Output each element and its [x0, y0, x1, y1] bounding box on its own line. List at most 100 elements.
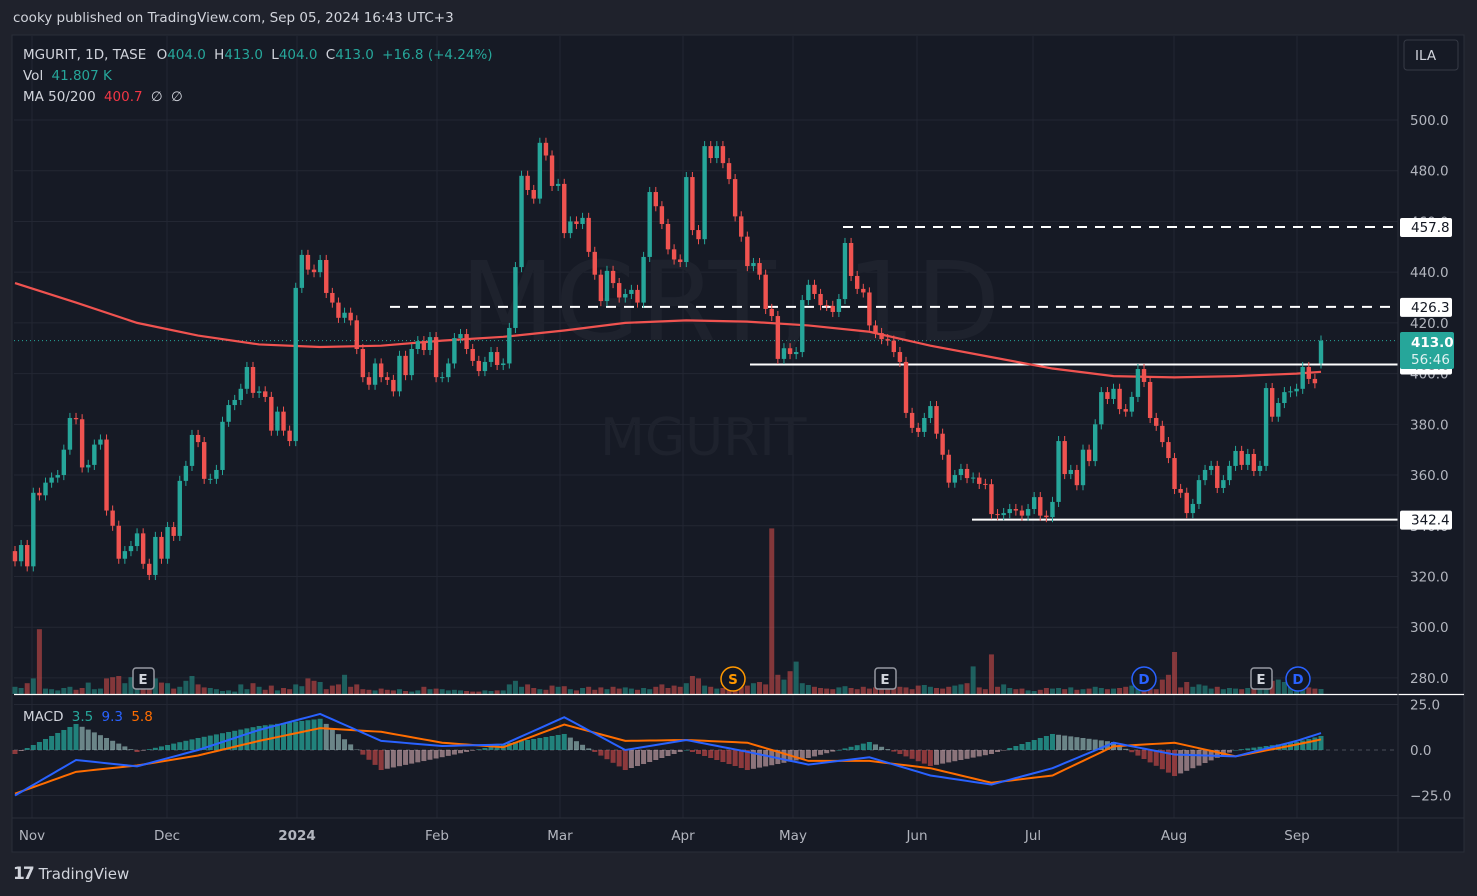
- macd-histogram-bar: [427, 750, 433, 760]
- candle-body: [1129, 396, 1135, 412]
- volume-bar: [1117, 688, 1123, 694]
- chart-canvas[interactable]: MGRT, 1D MGURIT ESEDED 500.0480.0460.044…: [0, 0, 1477, 896]
- candle-body: [1117, 388, 1122, 410]
- volume-bar: [897, 686, 903, 694]
- candle-body: [177, 480, 182, 536]
- candle-body: [1080, 449, 1086, 486]
- macd-histogram-bar: [372, 750, 378, 765]
- volume-bar: [189, 676, 195, 694]
- volume-bar: [61, 688, 67, 694]
- volume-legend[interactable]: Vol 41.807 K: [23, 68, 113, 84]
- macd-histogram-bar: [55, 732, 61, 750]
- volume-bar: [299, 686, 305, 694]
- candle: [537, 137, 543, 204]
- close-label: C: [326, 47, 335, 63]
- candle-body: [43, 482, 48, 496]
- price-tick-label: 280.0: [1410, 671, 1449, 687]
- candle-body: [122, 551, 128, 559]
- volume-bar: [561, 686, 567, 694]
- macd-histogram-bar: [818, 750, 824, 755]
- macd-histogram-bar: [647, 750, 653, 763]
- macd-histogram-bar: [1001, 750, 1007, 751]
- candle-body: [214, 469, 219, 479]
- candle-body: [635, 289, 640, 303]
- volume-bar: [219, 691, 225, 694]
- candle-body: [1208, 465, 1214, 470]
- volume-bar: [586, 686, 592, 694]
- volume-bar: [799, 683, 805, 694]
- volume-bar: [158, 682, 164, 694]
- candle-body: [293, 287, 298, 442]
- candle: [299, 249, 305, 293]
- candle-body: [372, 363, 378, 385]
- macd-histogram-bar: [140, 750, 146, 751]
- candle: [104, 434, 109, 516]
- candle-body: [641, 256, 646, 303]
- open-label: O: [157, 47, 168, 63]
- candle-body: [1318, 340, 1324, 364]
- macd-histogram-bar: [1239, 749, 1245, 750]
- volume-bar: [1153, 689, 1159, 694]
- macd-histogram-bar: [183, 740, 189, 750]
- candle-body: [1221, 480, 1226, 488]
- volume-bar: [854, 689, 860, 694]
- high-label: H: [214, 47, 224, 63]
- macd-histogram-bar: [18, 750, 24, 752]
- price-tick-label: 320.0: [1410, 569, 1449, 585]
- candle: [397, 350, 402, 397]
- macd-histogram-bar: [1056, 734, 1062, 750]
- macd-histogram-bar: [641, 750, 647, 765]
- candle: [31, 487, 36, 572]
- macd-histogram-bar: [677, 750, 683, 753]
- macd-histogram-bar: [903, 750, 909, 757]
- macd-histogram-bar: [104, 737, 110, 750]
- price-legend[interactable]: MGURIT, 1D, TASE O404.0 H413.0 L404.0 C4…: [23, 47, 493, 63]
- volume-bar: [1111, 688, 1117, 694]
- volume-bar: [329, 685, 335, 694]
- macd-histogram-bar: [537, 737, 543, 750]
- volume-bar: [824, 688, 830, 694]
- candle-body: [275, 411, 280, 431]
- candle-body: [92, 444, 97, 465]
- time-tick-label: Jul: [1024, 828, 1041, 844]
- candle-body: [568, 221, 573, 234]
- candle-body: [1233, 450, 1238, 466]
- volume-bar: [940, 688, 946, 694]
- time-tick-label: Dec: [154, 828, 180, 844]
- volume-bar: [1037, 689, 1043, 694]
- footer-brand[interactable]: 17 TradingView: [13, 864, 129, 884]
- macd-histogram-bar: [384, 750, 390, 769]
- macd-tick-label: 25.0: [1410, 698, 1440, 714]
- macd-histogram-bar: [683, 750, 689, 751]
- macd-histogram-bar: [1019, 743, 1025, 750]
- volume-bar: [1129, 685, 1135, 694]
- volume-bar: [665, 688, 671, 694]
- volume-bar: [1080, 689, 1086, 694]
- event-marker-label: S: [728, 672, 738, 688]
- macd-histogram-bar: [659, 750, 665, 759]
- last-price-label: 413.0 56:46: [1400, 332, 1454, 369]
- candle-body: [928, 406, 933, 418]
- volume-bar: [500, 690, 506, 694]
- candle-body: [659, 206, 665, 224]
- volume-bar: [1098, 688, 1104, 694]
- candle-body: [1001, 513, 1006, 516]
- volume-bar: [927, 686, 933, 694]
- candle-body: [238, 388, 244, 400]
- ma-value: 400.7: [104, 89, 143, 105]
- candle-body: [806, 284, 811, 301]
- currency-button[interactable]: ILA: [1403, 39, 1459, 71]
- volume-bar: [476, 691, 482, 694]
- volume-bar: [366, 689, 372, 694]
- macd-histogram-bar: [927, 750, 933, 767]
- price-tick-label: 480.0: [1410, 164, 1449, 180]
- macd-histogram-bar: [885, 749, 891, 750]
- level-label: 457.8: [1411, 220, 1450, 236]
- macd-histogram-bar: [1074, 737, 1080, 750]
- candle: [903, 356, 909, 418]
- candle-body: [745, 236, 750, 267]
- macd-legend[interactable]: MACD 3.5 9.3 5.8: [23, 709, 153, 725]
- macd-histogram-bar: [689, 750, 695, 753]
- time-tick-label: Apr: [671, 828, 695, 844]
- candle-body: [409, 349, 414, 376]
